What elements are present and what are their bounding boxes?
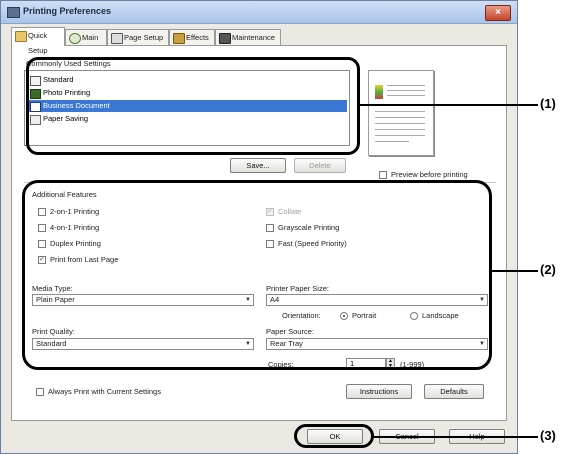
tab-maintenance[interactable]: Maintenance — [215, 29, 281, 45]
page-preview — [368, 70, 434, 156]
window-title: Printing Preferences — [23, 6, 112, 16]
preview-color-bar — [375, 85, 383, 99]
tab-label: Main — [82, 33, 99, 42]
callout-3-label: (3) — [540, 428, 556, 443]
save-button[interactable]: Save... — [230, 158, 286, 173]
preview-label: Preview before printing — [391, 170, 468, 179]
tab-label: Quick Setup — [28, 31, 48, 55]
callout-1-outline — [26, 57, 360, 155]
tab-label: Page Setup — [124, 33, 164, 42]
callout-1-line — [360, 104, 538, 106]
tab-effects[interactable]: Effects — [169, 29, 215, 45]
page-setup-icon — [111, 33, 123, 44]
title-bar[interactable]: Printing Preferences × — [1, 1, 517, 24]
main-icon — [69, 33, 81, 44]
always-print-checkbox[interactable] — [36, 388, 44, 396]
callout-1-label: (1) — [540, 96, 556, 111]
tab-label: Effects — [186, 33, 209, 42]
effects-icon — [173, 33, 185, 44]
preview-checkbox[interactable] — [379, 171, 387, 179]
tab-page-setup[interactable]: Page Setup — [107, 29, 169, 45]
close-button[interactable]: × — [485, 5, 511, 21]
defaults-button[interactable]: Defaults — [424, 384, 484, 399]
callout-2-outline — [22, 180, 492, 370]
callout-2-label: (2) — [540, 262, 556, 277]
tab-main[interactable]: Main — [65, 29, 107, 45]
callout-2-line — [492, 270, 538, 272]
callout-3-outline — [294, 424, 374, 448]
callout-3-line — [374, 436, 538, 438]
printer-icon — [7, 7, 20, 18]
instructions-button[interactable]: Instructions — [346, 384, 412, 399]
tab-label: Maintenance — [232, 33, 275, 42]
maintenance-icon — [219, 33, 231, 44]
quick-setup-icon — [15, 31, 27, 42]
tab-quick-setup[interactable]: Quick Setup — [11, 27, 65, 55]
always-print-label: Always Print with Current Settings — [48, 387, 161, 396]
delete-button[interactable]: Delete — [294, 158, 346, 173]
